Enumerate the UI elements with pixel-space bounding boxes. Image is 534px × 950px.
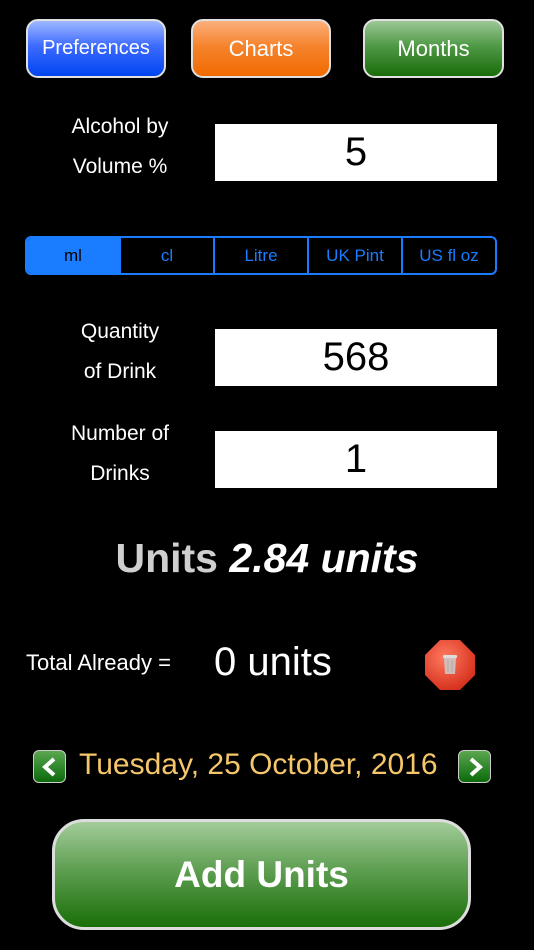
quantity-label: Quantity of Drink bbox=[25, 312, 215, 392]
units-label: Units bbox=[115, 535, 218, 581]
unit-option-uk-pint[interactable]: UK Pint bbox=[307, 238, 401, 273]
drinks-label-line1: Number of bbox=[70, 422, 170, 445]
abv-input[interactable]: 5 bbox=[215, 124, 497, 181]
unit-option-litre[interactable]: Litre bbox=[213, 238, 307, 273]
previous-day-button[interactable] bbox=[33, 750, 66, 783]
total-value: 0 units bbox=[214, 640, 332, 684]
drinks-input[interactable]: 1 bbox=[215, 431, 497, 488]
months-button[interactable]: Months bbox=[363, 19, 504, 78]
drinks-label-line2: Drinks bbox=[90, 462, 150, 485]
unit-option-us-fl-oz[interactable]: US fl oz bbox=[401, 238, 495, 273]
abv-label: Alcohol by Volume % bbox=[25, 107, 215, 187]
trash-icon bbox=[425, 640, 475, 690]
quantity-label-line1: Quantity bbox=[80, 320, 160, 343]
chevron-left-icon bbox=[41, 757, 55, 776]
unit-option-ml[interactable]: ml bbox=[27, 238, 119, 273]
abv-label-line2: Volume % bbox=[72, 155, 168, 178]
selected-date[interactable]: Tuesday, 25 October, 2016 bbox=[79, 748, 438, 782]
total-label: Total Already = bbox=[26, 650, 171, 675]
drinks-label: Number of Drinks bbox=[25, 414, 215, 494]
clear-total-button[interactable] bbox=[423, 638, 477, 692]
units-result: Units 2.84 units bbox=[0, 535, 534, 582]
unit-option-cl[interactable]: cl bbox=[119, 238, 213, 273]
add-units-button[interactable]: Add Units bbox=[52, 819, 471, 930]
units-value: 2.84 units bbox=[229, 535, 419, 581]
quantity-input[interactable]: 568 bbox=[215, 329, 497, 386]
quantity-label-line2: of Drink bbox=[83, 360, 157, 383]
next-day-button[interactable] bbox=[458, 750, 491, 783]
preferences-button[interactable]: Preferences bbox=[26, 19, 166, 78]
chevron-right-icon bbox=[469, 757, 483, 776]
abv-label-line1: Alcohol by bbox=[71, 115, 169, 138]
charts-button[interactable]: Charts bbox=[191, 19, 331, 78]
volume-unit-segmented-control: ml cl Litre UK Pint US fl oz bbox=[25, 236, 497, 275]
